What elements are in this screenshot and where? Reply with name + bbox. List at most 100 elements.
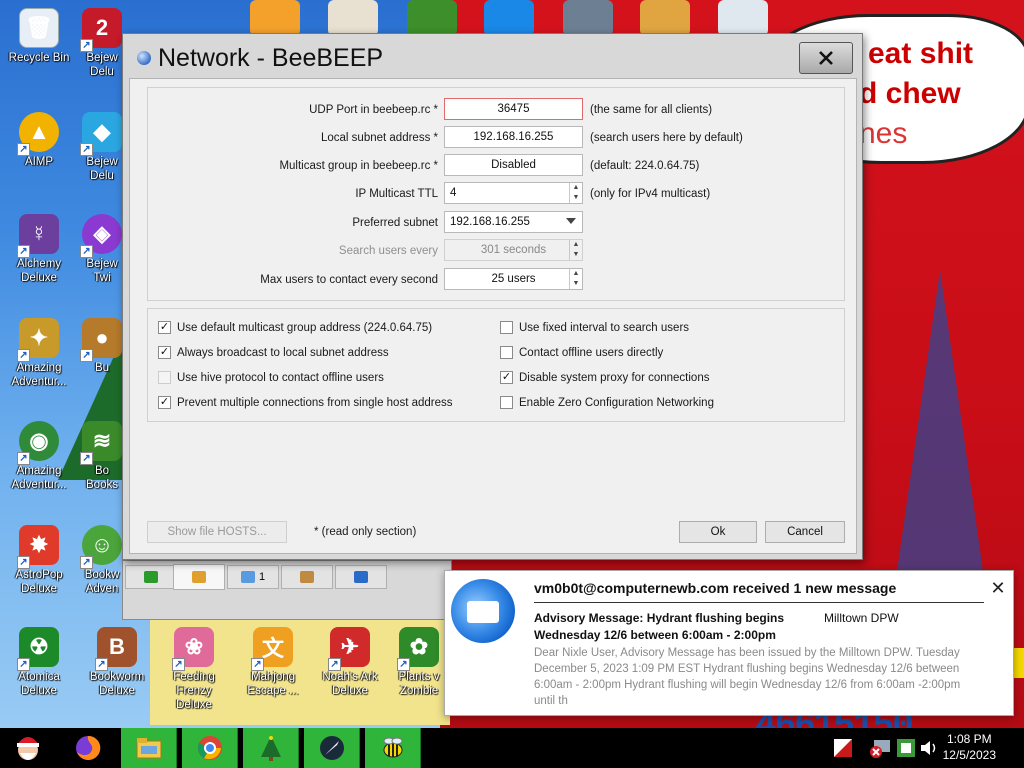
checkbox-disable-proxy[interactable]: ✓ Disable system proxy for connections: [500, 371, 709, 384]
spin-down-icon[interactable]: ▼: [570, 279, 582, 289]
close-button[interactable]: [799, 42, 853, 74]
max-users-spinner[interactable]: ▲ ▼: [569, 269, 582, 289]
tab-groups[interactable]: [281, 565, 333, 589]
tray-clock[interactable]: 1:08 PM 12/5/2023: [943, 731, 996, 763]
spin-down-icon[interactable]: ▼: [570, 193, 582, 203]
top-app-icon-1[interactable]: [250, 0, 300, 36]
mail-notification[interactable]: vm0b0t@computernewb.com received 1 new m…: [444, 570, 1014, 716]
desktop-icon-bejeweled-twist[interactable]: ◈ ↗ Bejew Twi: [80, 214, 124, 285]
desktop-icon-amazing-adventures-1[interactable]: ✦ ↗ Amazing Adventur...: [2, 318, 76, 389]
ttl-spinner[interactable]: ▲ ▼: [569, 183, 582, 203]
checkbox-label: Contact offline users directly: [519, 346, 664, 359]
flower-icon: ✿ ↗: [397, 627, 439, 671]
clock-date: 12/5/2023: [942, 748, 996, 762]
preferred-subnet-combo[interactable]: 192.168.16.255: [444, 211, 583, 233]
cancel-button[interactable]: Cancel: [765, 521, 845, 543]
compass-icon: ✦ ↗: [17, 318, 59, 362]
ttl-spinbox[interactable]: 4 ▲ ▼: [444, 182, 583, 204]
checkbox-box[interactable]: ✓: [158, 396, 171, 409]
bee-icon: [383, 737, 402, 758]
desktop-icon-bejeweled-2-deluxe[interactable]: ◆ ↗ Bejew Delu: [80, 112, 124, 183]
tab-users[interactable]: [173, 564, 225, 590]
max-users-spinbox[interactable]: 25 users ▲ ▼: [444, 268, 583, 290]
search-interval-spinbox: 301 seconds ▲ ▼: [444, 239, 583, 261]
beebeep-taskbar-button[interactable]: [365, 728, 421, 768]
multicast-field[interactable]: Disabled: [444, 154, 583, 176]
desktop-icon-recycle-bin[interactable]: 🗑 Recycle Bin: [2, 8, 76, 65]
desktop-icon-atomica-deluxe[interactable]: ☢ ↗ Atomica Deluxe: [2, 627, 76, 698]
shortcut-arrow-icon: ↗: [17, 556, 30, 569]
desktop-icon-bu-app[interactable]: ● ↗ Bu: [80, 318, 124, 375]
tab-screen[interactable]: [125, 565, 177, 589]
checkbox-zeroconf[interactable]: Enable Zero Configuration Networking: [500, 396, 714, 409]
volume-tray-button[interactable]: [918, 728, 940, 768]
flag-tray-button[interactable]: [830, 728, 856, 768]
xmas-tree-taskbar-button[interactable]: [243, 728, 299, 768]
desktop-icon-amazing-adventures-2[interactable]: ◉ ↗ Amazing Adventur...: [2, 421, 76, 492]
rocket-taskbar-button[interactable]: [304, 728, 360, 768]
network-tray-button[interactable]: [867, 728, 893, 768]
spin-up-icon[interactable]: ▲: [570, 269, 582, 279]
preferred-subnet-label: Preferred subnet: [352, 217, 438, 229]
network-dialog: Network - BeeBEEP UDP Port in beebeep.rc…: [122, 33, 863, 560]
checkbox-box: [158, 371, 171, 384]
desktop-icon-label: Alchemy Deluxe: [16, 258, 62, 284]
desktop-icon-bookworm-deluxe[interactable]: B ↗ Bookworm Deluxe: [80, 627, 154, 698]
checkbox-box[interactable]: ✓: [158, 346, 171, 359]
action-center-flag-icon: [834, 739, 852, 757]
tab-shares[interactable]: [335, 565, 387, 589]
desktop-icon-plants-vs-zombies[interactable]: ✿ ↗ Plants v Zombie: [392, 627, 446, 698]
checkbox-label: Prevent multiple connections from single…: [177, 396, 453, 409]
shortcut-arrow-icon: ↗: [397, 658, 410, 671]
bag-icon: ● ↗: [80, 318, 122, 362]
desktop-icon-aimp[interactable]: ▲ ↗ AIMP: [2, 112, 76, 169]
start-button[interactable]: [0, 728, 56, 768]
checkbox-default-multicast[interactable]: ✓ Use default multicast group address (2…: [158, 321, 432, 334]
fish-icon: ❀ ↗: [172, 627, 214, 671]
checkbox-offline-direct[interactable]: Contact offline users directly: [500, 346, 663, 359]
desktop-icon-noahs-ark-deluxe[interactable]: ✈ ↗ Noah's Ark Deluxe: [313, 627, 387, 698]
checkbox-box[interactable]: [500, 396, 513, 409]
chrome-taskbar-button[interactable]: [182, 728, 238, 768]
top-app-icon-2[interactable]: [328, 0, 378, 36]
desktop-icon-bejeweled-deluxe[interactable]: 2 ↗ Bejew Delu: [80, 8, 124, 79]
spin-up-icon[interactable]: ▲: [570, 183, 582, 193]
desktop-icon-mahjong-escape[interactable]: 文 ↗ Mahjong Escape ...: [236, 627, 310, 698]
checkbox-box[interactable]: [500, 321, 513, 334]
recycle-bin-icon: 🗑: [19, 8, 59, 48]
top-app-icon-5[interactable]: [563, 0, 613, 36]
explorer-taskbar-button[interactable]: [121, 728, 177, 768]
bejeweled-icon: 2 ↗: [80, 8, 122, 52]
top-app-icon-7[interactable]: [718, 0, 768, 36]
desktop-icon-bookworm-adventures[interactable]: ☺ ↗ Bookw Adven: [80, 525, 124, 596]
subnet-label: Local subnet address *: [321, 132, 438, 144]
tab-chat[interactable]: 1: [227, 565, 279, 589]
firefox-icon: [76, 735, 101, 760]
ok-button[interactable]: Ok: [679, 521, 757, 543]
checkbox-box[interactable]: [500, 346, 513, 359]
search-interval-value: 301 seconds: [480, 244, 547, 256]
desktop-icon-alchemy-deluxe[interactable]: ☿ ↗ Alchemy Deluxe: [2, 214, 76, 285]
checkbox-box[interactable]: ✓: [158, 321, 171, 334]
checkbox-broadcast-subnet[interactable]: ✓ Always broadcast to local subnet addre…: [158, 346, 389, 359]
desktop-icon-feeding-frenzy-deluxe[interactable]: ❀ ↗ Feeding Frenzy Deluxe: [157, 627, 231, 712]
checkbox-prevent-multiple[interactable]: ✓ Prevent multiple connections from sing…: [158, 396, 453, 409]
subnet-field[interactable]: 192.168.16.255: [444, 126, 583, 148]
udp-port-field[interactable]: 36475: [444, 98, 583, 120]
close-icon[interactable]: ✕: [990, 579, 1006, 597]
checkbox-box[interactable]: ✓: [500, 371, 513, 384]
desktop-icon-bookworm[interactable]: ≋ ↗ Bo Books: [80, 421, 124, 492]
shortcut-arrow-icon: ↗: [80, 349, 93, 362]
top-app-icon-4[interactable]: [484, 0, 534, 36]
top-app-icon-3[interactable]: [407, 0, 457, 36]
checkbox-label: Always broadcast to local subnet address: [177, 346, 389, 359]
notification-subject: Advisory Message: Hydrant flushing begin…: [534, 611, 785, 625]
dialog-titlebar[interactable]: Network - BeeBEEP: [137, 42, 383, 74]
firefox-taskbar-button[interactable]: [60, 728, 116, 768]
desktop-icon-label: Bookw Adven: [84, 569, 120, 595]
desktop-icon-astropop-deluxe[interactable]: ✸ ↗ AstroPop Deluxe: [2, 525, 76, 596]
top-app-icon-6[interactable]: [640, 0, 690, 36]
tray-app-button[interactable]: [893, 728, 919, 768]
checkbox-fixed-interval[interactable]: Use fixed interval to search users: [500, 321, 689, 334]
bubble-text-3: nes: [859, 117, 908, 150]
